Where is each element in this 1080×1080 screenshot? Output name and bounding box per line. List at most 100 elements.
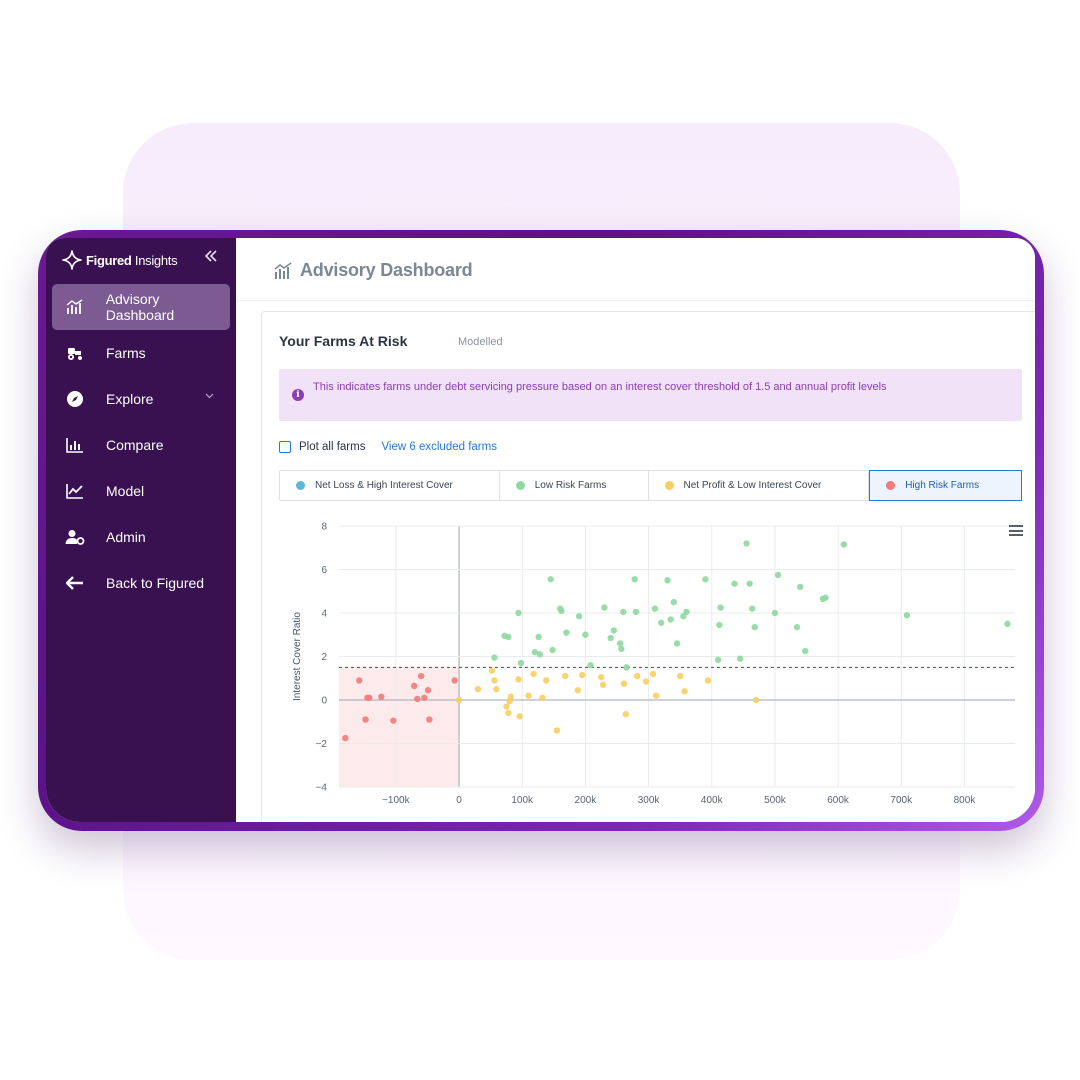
info-banner-text: This indicates farms under debt servicin… [313, 381, 887, 393]
data-point [587, 662, 594, 669]
data-point [704, 677, 712, 684]
data-point [793, 623, 801, 631]
data-point [631, 576, 638, 583]
sidebar-item-compare[interactable]: Compare [52, 422, 230, 468]
data-point [547, 576, 554, 583]
data-point [426, 716, 433, 723]
arrow-left-icon [64, 572, 86, 594]
sidebar-nav: Advisory Dashboard Farms Explore Compare… [52, 284, 230, 606]
legend-item-net-loss[interactable]: Net Loss & High Interest Cover [280, 471, 500, 500]
data-point [748, 605, 756, 612]
chevron-down-icon [205, 390, 214, 402]
sidebar-item-label: Compare [106, 437, 164, 453]
brand-name: Figured Insights [86, 252, 178, 268]
x-tick-label: 300k [638, 795, 661, 806]
series-net-profit-low-interest-cover [455, 667, 760, 734]
data-point [410, 682, 418, 690]
legend-dot [515, 481, 525, 490]
legend-label: Net Loss & High Interest Cover [315, 480, 453, 491]
data-point [362, 716, 369, 723]
view-excluded-farms-link[interactable]: View 6 excluded farms [381, 441, 496, 453]
data-point [622, 710, 630, 718]
data-point [802, 647, 809, 655]
dashboard-icon [274, 261, 292, 279]
x-tick-label: 400k [701, 795, 724, 806]
data-point [642, 678, 650, 685]
y-tick-label: 0 [321, 696, 327, 707]
brand-logo[interactable]: Figured Insights [62, 247, 178, 273]
data-point [563, 629, 570, 636]
sidebar-item-label: Advisory Dashboard [105, 291, 175, 323]
page-title: Advisory Dashboard [274, 260, 473, 281]
data-point [736, 655, 744, 662]
legend-item-net-profit[interactable]: Net Profit & Low Interest Cover [649, 471, 870, 500]
legend-label: Low Risk Farms [534, 480, 607, 491]
sidebar-item-label: Model [106, 483, 145, 499]
sidebar-item-explore[interactable]: Explore [52, 376, 230, 422]
collapse-sidebar-icon[interactable] [204, 247, 222, 267]
chart-menu-icon[interactable] [1009, 525, 1023, 537]
data-point [491, 677, 498, 684]
data-point [356, 677, 363, 684]
x-tick-label: −100k [382, 795, 411, 806]
sidebar-item-model[interactable]: Model [52, 468, 230, 514]
data-point [558, 607, 565, 615]
line-chart-icon [64, 480, 86, 502]
sidebar-item-admin[interactable]: Admin [52, 514, 230, 560]
plot-all-farms-label: Plot all farms [299, 441, 366, 453]
card-title: Your Farms At Risk [279, 333, 408, 349]
legend-label: Net Profit & Low Interest Cover [683, 480, 822, 491]
data-point [607, 634, 614, 642]
data-point [451, 677, 458, 684]
sidebar-item-advisory-dashboard[interactable]: Advisory Dashboard [52, 284, 230, 330]
data-point [505, 633, 512, 641]
data-point [683, 608, 690, 616]
app-window: Figured Insights Advisory Dashboard Farm… [46, 238, 1035, 822]
data-point [632, 608, 640, 616]
data-point [702, 576, 709, 583]
y-tick-label: 4 [321, 609, 327, 620]
legend-item-low-risk[interactable]: Low Risk Farms [500, 471, 649, 500]
page-title-text: Advisory Dashboard [300, 260, 473, 280]
data-point [601, 604, 608, 611]
data-point [424, 687, 432, 694]
data-point [1004, 620, 1011, 628]
data-point [796, 583, 804, 591]
data-point [618, 645, 625, 653]
sidebar-item-back-to-figured[interactable]: Back to Figured [52, 560, 230, 606]
data-point [616, 640, 624, 647]
header-divider [236, 300, 1035, 301]
data-point [599, 681, 607, 688]
legend-label: High Risk Farms [905, 480, 980, 491]
data-point [536, 651, 544, 658]
data-point [455, 696, 463, 704]
legend-dot [296, 481, 305, 490]
sidebar-item-farms[interactable]: Farms [52, 330, 230, 376]
data-point [840, 541, 847, 548]
data-point [493, 685, 500, 693]
sidebar-item-label: Admin [106, 529, 146, 545]
compass-icon [64, 388, 86, 410]
data-point [717, 604, 724, 611]
high-risk-zone [339, 667, 460, 787]
data-point [658, 619, 665, 626]
data-point [822, 594, 829, 601]
y-tick-label: −4 [316, 783, 328, 794]
legend-item-high-risk[interactable]: High Risk Farms [869, 470, 1022, 501]
data-point [673, 640, 681, 647]
data-point [516, 713, 523, 720]
main-content: Advisory Dashboard Your Farms At Risk Mo… [236, 238, 1035, 822]
data-point [378, 693, 385, 700]
star-logo-icon [62, 250, 82, 270]
x-tick-label: 700k [890, 795, 913, 806]
data-point [505, 709, 512, 717]
bar-chart-icon [64, 434, 86, 456]
y-axis-label: Interest Cover Ratio [292, 612, 303, 701]
plot-all-farms-checkbox[interactable] [279, 441, 291, 453]
data-point [515, 676, 522, 683]
dashboard-icon [64, 296, 86, 318]
data-point [503, 703, 510, 710]
data-point [582, 631, 589, 638]
data-point [652, 692, 660, 699]
data-point [771, 609, 779, 617]
